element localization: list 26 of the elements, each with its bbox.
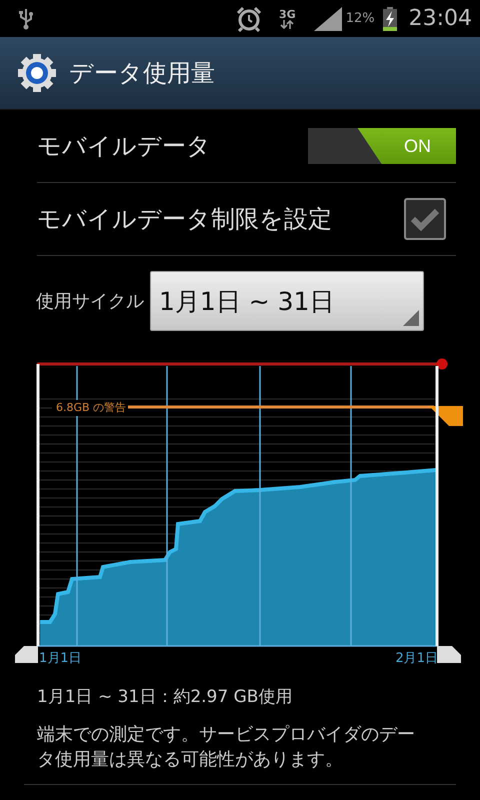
corner-icon	[403, 310, 419, 326]
usage-summary: 1月1日 ~ 31日：約2.97 GB使用	[36, 686, 294, 708]
range-handle[interactable]	[15, 364, 40, 663]
signal-icon	[312, 6, 342, 30]
cycle-dropdown[interactable]: 1月1日 ~ 31日	[150, 271, 424, 331]
usb-icon	[18, 8, 34, 30]
checkbox[interactable]	[404, 198, 446, 240]
charging-battery-icon	[382, 6, 397, 30]
alarm-clock-icon	[235, 6, 263, 32]
data-arrows-icon	[280, 20, 294, 28]
measurement-note: 端末での測定です。サービスプロバイダのデータ使用量は異なる可能性があります。	[36, 723, 416, 772]
warning-label: 6.8GB の警告	[56, 401, 126, 414]
start-date-label: 1月1日	[39, 651, 82, 666]
range-handle[interactable]	[436, 366, 461, 663]
screen-title: データ使用量	[69, 58, 215, 89]
end-date-label: 2月1日	[395, 651, 438, 666]
network-type: 3G	[279, 8, 296, 20]
cycle-label: 使用サイクル	[36, 290, 144, 313]
clock-time: 23:04	[408, 6, 472, 31]
limit-line[interactable]	[37, 358, 448, 370]
settings-icon	[17, 53, 57, 93]
checkmark-icon	[410, 207, 440, 231]
setting-label: モバイルデータ制限を設定	[37, 204, 332, 235]
setting-label: モバイルデータ	[37, 131, 211, 162]
battery-percent: 12%	[346, 11, 375, 26]
warning-line[interactable]	[128, 406, 463, 426]
